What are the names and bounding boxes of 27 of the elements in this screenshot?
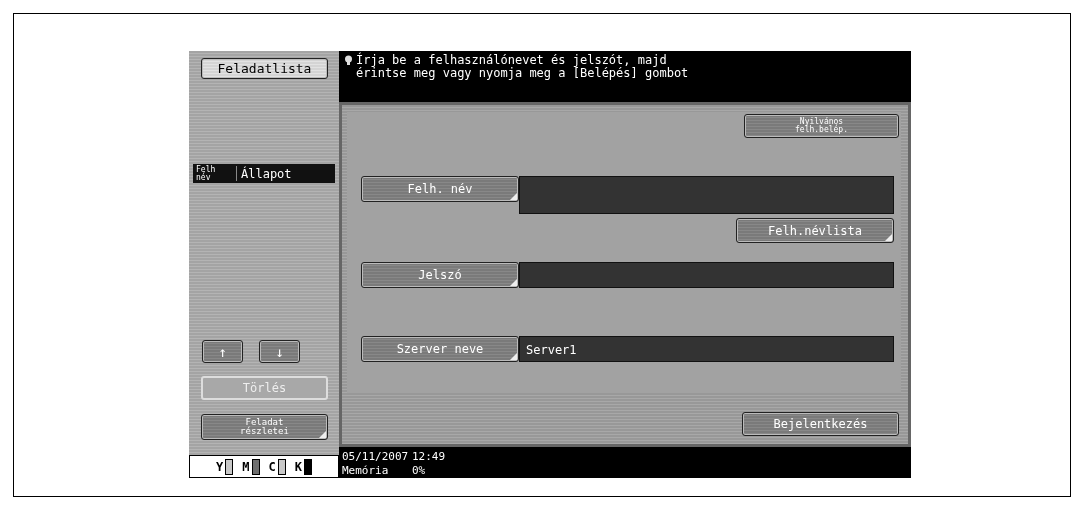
instruction-message: Írja be a felhasználónevet és jelszót, majd érintse meg vagy nyomja meg a [Belépés] gombot xyxy=(356,54,689,83)
text-field[interactable] xyxy=(519,262,894,288)
job-details-button[interactable]: Feladat részletei xyxy=(201,414,328,440)
field-label-button[interactable]: Jelszó xyxy=(361,262,519,288)
public-login-button[interactable]: Nyilvános felh.belép. xyxy=(744,114,899,138)
field-label-button[interactable]: Felh. név xyxy=(361,176,519,202)
scroll-down-button[interactable]: ↓ xyxy=(259,340,300,363)
memory-label: Memória xyxy=(342,464,390,478)
corner-mark-icon xyxy=(319,431,326,438)
corner-mark-icon xyxy=(885,234,892,241)
bulb-icon xyxy=(344,55,353,65)
text-field[interactable]: Server1 xyxy=(519,336,894,362)
time-text: 12:49 xyxy=(412,451,447,465)
login-button[interactable]: Bejelentkezés xyxy=(742,412,899,436)
toner-label: Y xyxy=(216,459,224,474)
toner-label: K xyxy=(294,459,302,474)
column-header: Felh név xyxy=(193,166,237,181)
date-text: 05/11/2007 xyxy=(342,451,410,465)
scroll-up-button[interactable]: ↑ xyxy=(202,340,243,363)
job-list-button[interactable]: Feladatlista xyxy=(201,58,328,79)
user-list-button[interactable]: Felh.névlista xyxy=(736,218,894,243)
text-field[interactable] xyxy=(519,176,894,214)
toner-label: M xyxy=(242,459,250,474)
memory-value: 0% xyxy=(412,464,427,478)
toner-label: C xyxy=(268,459,276,474)
column-header: Állapot xyxy=(240,166,292,181)
field-label-button[interactable]: Szerver neve xyxy=(361,336,519,362)
